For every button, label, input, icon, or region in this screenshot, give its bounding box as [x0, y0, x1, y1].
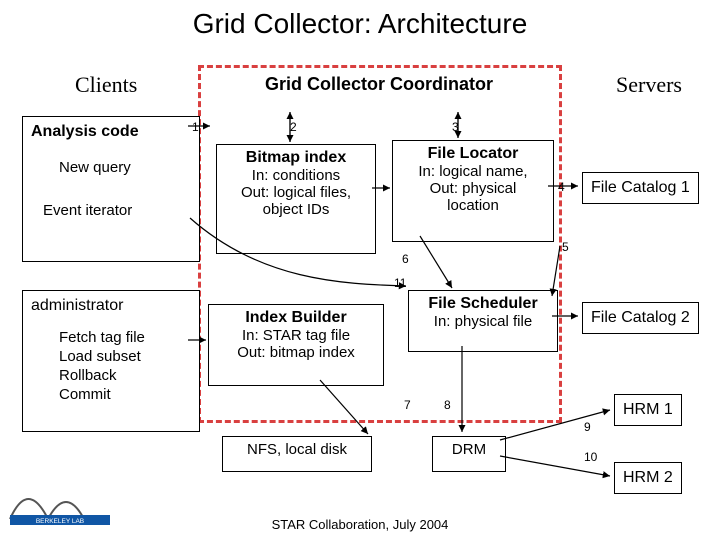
num-1: 1	[192, 120, 199, 134]
client-analysis-box: Analysis code New query Event iterator	[22, 116, 200, 262]
coordinator-label: Grid Collector Coordinator	[250, 74, 508, 95]
builder-l1: In: STAR tag file	[213, 327, 379, 344]
num-6: 6	[402, 252, 409, 266]
num-11: 11	[394, 276, 406, 290]
client-admin-box: administrator Fetch tag file Load subset…	[22, 290, 200, 432]
file-catalog-2: File Catalog 2	[582, 302, 699, 334]
file-scheduler-box: File Scheduler In: physical file	[408, 290, 558, 352]
num-7: 7	[404, 398, 411, 412]
analysis-new-query: New query	[59, 159, 191, 176]
locator-l3: location	[397, 197, 549, 214]
analysis-heading: Analysis code	[31, 123, 191, 141]
num-9: 9	[584, 420, 591, 434]
hrm-2: HRM 2	[614, 462, 682, 494]
servers-label: Servers	[616, 72, 682, 98]
nfs-label: NFS, local disk	[247, 441, 347, 458]
builder-title: Index Builder	[213, 309, 379, 327]
admin-commit: Commit	[59, 386, 191, 403]
admin-load: Load subset	[59, 348, 191, 365]
num-4: 4	[558, 180, 565, 194]
hrm-1: HRM 1	[614, 394, 682, 426]
admin-rollback: Rollback	[59, 367, 191, 384]
bitmap-title: Bitmap index	[221, 149, 371, 167]
bitmap-index-box: Bitmap index In: conditions Out: logical…	[216, 144, 376, 254]
builder-l2: Out: bitmap index	[213, 344, 379, 361]
admin-heading: administrator	[31, 297, 191, 315]
bitmap-l3: object IDs	[221, 201, 371, 218]
nfs-box: NFS, local disk	[222, 436, 372, 472]
bitmap-l1: In: conditions	[221, 167, 371, 184]
analysis-event-iterator: Event iterator	[43, 202, 191, 219]
footer-text: STAR Collaboration, July 2004	[0, 517, 720, 532]
drm-box: DRM	[432, 436, 506, 472]
file-locator-box: File Locator In: logical name, Out: phys…	[392, 140, 554, 242]
scheduler-l1: In: physical file	[413, 313, 553, 330]
num-10: 10	[584, 450, 597, 464]
bitmap-l2: Out: logical files,	[221, 184, 371, 201]
file-catalog-1: File Catalog 1	[582, 172, 699, 204]
diagram-title: Grid Collector: Architecture	[0, 8, 720, 40]
index-builder-box: Index Builder In: STAR tag file Out: bit…	[208, 304, 384, 386]
locator-title: File Locator	[397, 145, 549, 163]
num-3: 3	[452, 120, 459, 134]
drm-label: DRM	[452, 441, 486, 458]
admin-fetch: Fetch tag file	[59, 329, 191, 346]
num-5: 5	[562, 240, 569, 254]
num-8: 8	[444, 398, 451, 412]
clients-label: Clients	[75, 72, 137, 98]
locator-l1: In: logical name,	[397, 163, 549, 180]
scheduler-title: File Scheduler	[413, 295, 553, 313]
num-2: 2	[290, 120, 297, 134]
locator-l2: Out: physical	[397, 180, 549, 197]
